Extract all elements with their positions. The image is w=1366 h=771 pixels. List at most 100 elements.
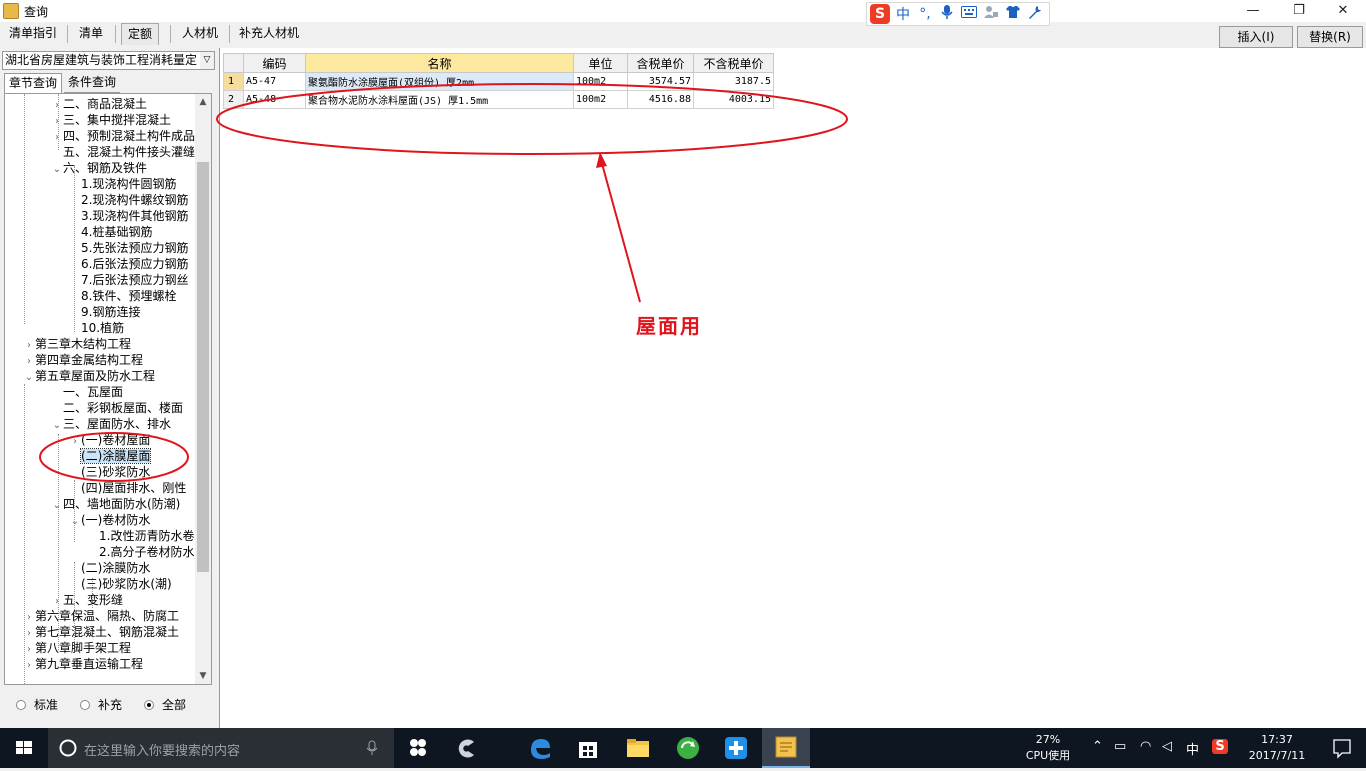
cell-name[interactable]: 聚合物水泥防水涂料屋面(JS) 厚1.5mm — [305, 90, 574, 109]
column-header-unit[interactable]: 单位 — [573, 53, 628, 73]
scroll-down-icon[interactable]: ▼ — [195, 668, 211, 684]
replace-button[interactable]: 替换(R) — [1297, 26, 1363, 48]
microphone-icon[interactable] — [938, 4, 956, 24]
tree-node[interactable]: 1.改性沥青防水卷 — [87, 528, 194, 544]
tree-node[interactable]: › 第九章垂直运输工程 — [23, 656, 143, 672]
cell-code[interactable]: A5-48 — [243, 90, 306, 109]
close-button[interactable]: ✕ — [1320, 0, 1366, 22]
notification-icon[interactable] — [1318, 728, 1366, 768]
cell-code[interactable]: A5-47 — [243, 72, 306, 91]
chevron-down-icon[interactable]: ▽ — [200, 52, 214, 69]
tab-list[interactable]: 清单 — [73, 23, 109, 45]
column-header-notax-price[interactable]: 不含税单价 — [693, 53, 774, 73]
wifi-icon[interactable]: ◠ — [1140, 739, 1151, 754]
tree-node[interactable]: 2.高分子卷材防水 — [87, 544, 194, 560]
tab-materials[interactable]: 人材机 — [176, 23, 224, 45]
table-row[interactable]: 2 A5-48 聚合物水泥防水涂料屋面(JS) 厚1.5mm 100m2 451… — [223, 90, 774, 109]
tree-node[interactable]: › (一)卷材屋面 — [69, 432, 150, 448]
cell-tax-price[interactable]: 4516.88 — [627, 90, 694, 109]
cpu-usage[interactable]: 27% CPU使用 — [1018, 732, 1078, 764]
tree-node[interactable]: 2.现浇构件螺纹钢筋 — [69, 192, 188, 208]
tab-chapter-query[interactable]: 章节查询 — [4, 73, 63, 93]
tree-node[interactable]: (二)涂膜屋面 — [69, 448, 152, 464]
file-explorer-icon[interactable] — [614, 728, 662, 768]
tree-node[interactable]: (三)砂浆防水 — [69, 464, 150, 480]
tree-scrollbar[interactable]: ▲ ▼ — [195, 94, 211, 684]
user-icon[interactable] — [982, 5, 1000, 23]
cell-name[interactable]: 聚氨酯防水涂膜屋面(双组份) 厚2mm — [305, 72, 574, 91]
radio-all[interactable]: 全部 — [144, 696, 186, 713]
insert-button[interactable]: 插入(I) — [1219, 26, 1293, 48]
sogou-logo-icon[interactable]: S — [870, 4, 890, 24]
tab-supplement-materials[interactable]: 补充人材机 — [233, 23, 305, 45]
ime-punct-toggle[interactable]: °, — [916, 6, 934, 22]
ime-mode-toggle[interactable]: 中 — [894, 4, 912, 24]
tree-node[interactable]: ⌄ (一)卷材防水 — [69, 512, 151, 530]
store-icon[interactable] — [564, 728, 612, 768]
chevron-down-icon[interactable]: ⌄ — [51, 162, 63, 178]
tree-node[interactable]: 10.植筋 — [69, 320, 124, 336]
tree-node[interactable]: 一、瓦屋面 — [51, 384, 123, 400]
tree-node[interactable]: 9.钢筋连接 — [69, 304, 140, 320]
minimize-button[interactable]: — — [1230, 0, 1276, 22]
maximize-button[interactable]: ❐ — [1276, 0, 1322, 22]
app-plus-icon[interactable] — [712, 728, 760, 768]
tree-node[interactable]: ⌄ 第五章屋面及防水工程 — [23, 368, 155, 384]
tab-condition-query[interactable]: 条件查询 — [64, 73, 121, 93]
tree-node[interactable]: ⌄ 三、屋面防水、排水 — [51, 416, 171, 432]
chevron-down-icon[interactable]: ⌄ — [51, 498, 63, 514]
cell-tax-price[interactable]: 3574.57 — [627, 72, 694, 91]
quota-library-select[interactable]: 湖北省房屋建筑与装饰工程消耗量定 ▽ — [2, 51, 215, 70]
radio-standard[interactable]: 标准 — [16, 696, 58, 713]
tab-quota[interactable]: 定额 — [121, 23, 160, 45]
active-app-icon[interactable] — [762, 728, 810, 768]
scroll-up-icon[interactable]: ▲ — [195, 94, 211, 110]
keyboard-icon[interactable] — [960, 6, 978, 22]
wrench-icon[interactable] — [1026, 5, 1044, 23]
chevron-up-icon[interactable]: ⌃ — [1092, 739, 1103, 754]
tree-node[interactable]: 8.铁件、预埋螺栓 — [69, 288, 176, 304]
tree-node[interactable]: › 第三章木结构工程 — [23, 336, 131, 352]
chevron-right-icon[interactable]: › — [23, 658, 35, 674]
sogou-tray-icon[interactable]: S — [1212, 739, 1228, 754]
tree-node[interactable]: ⌄ 六、钢筋及铁件 — [51, 160, 147, 176]
tree-node[interactable]: 3.现浇构件其他钢筋 — [69, 208, 188, 224]
tab-list-guide[interactable]: 清单指引 — [3, 23, 63, 45]
volume-icon[interactable]: ◁ — [1162, 739, 1172, 754]
battery-icon[interactable]: ▭ — [1114, 739, 1126, 754]
tree-node[interactable]: (二)涂膜防水 — [69, 560, 150, 576]
tree-node[interactable]: ⌄ 四、墙地面防水(防潮) — [51, 496, 181, 514]
start-button[interactable] — [0, 728, 48, 768]
column-header-tax-price[interactable]: 含税单价 — [627, 53, 694, 73]
tree-node[interactable]: › 第七章混凝土、钢筋混凝土 — [23, 624, 179, 640]
chevron-down-icon[interactable]: ⌄ — [69, 514, 81, 530]
tree-node[interactable]: › 二、商品混凝土 — [51, 96, 147, 112]
cell-unit[interactable]: 100m2 — [573, 72, 628, 91]
cell-notax-price[interactable]: 3187.5 — [693, 72, 774, 91]
tree-node[interactable]: › 第六章保温、隔热、防腐工 — [23, 608, 179, 624]
column-header-code[interactable]: 编码 — [243, 53, 306, 73]
tree-node[interactable]: › 四、预制混凝土构件成品 — [51, 128, 195, 144]
tree-node[interactable]: (三)砂浆防水(潮) — [69, 576, 172, 592]
tree-node[interactable]: 二、彩钢板屋面、楼面 — [51, 400, 183, 416]
cell-notax-price[interactable]: 4003.15 — [693, 90, 774, 109]
tree-node[interactable]: 1.现浇构件圆钢筋 — [69, 176, 176, 192]
edge-icon[interactable] — [516, 728, 564, 768]
scroll-thumb[interactable] — [197, 162, 209, 572]
tree-node[interactable]: 4.桩基础钢筋 — [69, 224, 152, 240]
chevron-down-icon[interactable]: ⌄ — [51, 418, 63, 434]
table-row[interactable]: 1 A5-47 聚氨酯防水涂膜屋面(双组份) 厚2mm 100m2 3574.5… — [223, 72, 774, 91]
tree-node[interactable]: 五、混凝土构件接头灌缝 — [51, 144, 195, 160]
skin-icon[interactable] — [1004, 5, 1022, 23]
column-header-name[interactable]: 名称 — [305, 53, 574, 73]
chevron-down-icon[interactable]: ⌄ — [23, 370, 35, 386]
tree-node[interactable]: › 三、集中搅拌混凝土 — [51, 112, 171, 128]
tree-node[interactable]: (四)屋面排水、刚性 — [69, 480, 186, 496]
tree-node[interactable]: › 第四章金属结构工程 — [23, 352, 143, 368]
tree-node[interactable]: › 第八章脚手架工程 — [23, 640, 131, 656]
taskbar-search[interactable]: 在这里输入你要搜索的内容 — [48, 728, 394, 768]
browser-360-icon[interactable] — [442, 728, 490, 768]
refresh-app-icon[interactable] — [664, 728, 712, 768]
tree-node[interactable]: 6.后张法预应力钢筋 — [69, 256, 188, 272]
radio-supplement[interactable]: 补充 — [80, 696, 122, 713]
